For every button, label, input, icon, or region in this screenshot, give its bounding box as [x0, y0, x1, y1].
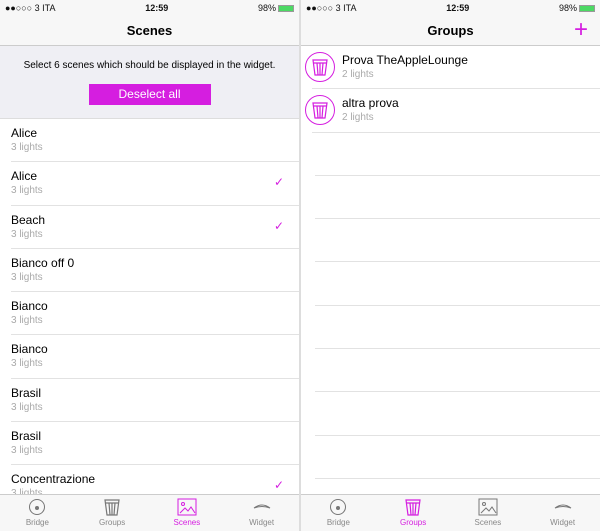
- scene-name: Bianco: [11, 342, 48, 357]
- tab-scenes[interactable]: Scenes: [451, 495, 526, 531]
- empty-row: [301, 349, 600, 393]
- nav-bar: Scenes: [0, 16, 299, 46]
- battery-percent: 98%: [257, 3, 276, 13]
- groups-icon: [75, 498, 150, 516]
- tab-label: Bridge: [326, 518, 350, 527]
- empty-row: [301, 392, 600, 436]
- clock: 12:59: [145, 3, 169, 13]
- status-bar: ●●○○○ 3 ITA 12:59 98%: [0, 0, 299, 16]
- scene-row[interactable]: Bianco 3 lights: [0, 292, 299, 336]
- scene-lights: 3 lights: [11, 142, 43, 153]
- battery: 98%: [559, 3, 595, 13]
- scene-name: Bianco off 0: [11, 255, 75, 270]
- scene-name: Concentrazione: [11, 472, 96, 487]
- scene-row[interactable]: Brasil 3 lights: [0, 379, 299, 423]
- scene-name: Bianco: [11, 299, 48, 314]
- scenes-icon: [451, 498, 526, 516]
- carrier: ●●○○○ 3 ITA: [5, 3, 56, 13]
- scene-row[interactable]: Alice 3 lights: [0, 119, 299, 163]
- tab-label: Scenes: [173, 518, 201, 527]
- groups-icon: [376, 498, 451, 516]
- tab-scenes[interactable]: Scenes: [150, 495, 225, 531]
- scene-lights: 3 lights: [11, 315, 43, 327]
- empty-row: [301, 262, 600, 307]
- battery: 98%: [258, 3, 294, 13]
- tab-bar: Bridge Groups Scenes Widget: [0, 494, 299, 531]
- bridge-icon: [301, 498, 376, 516]
- tab-label: Widget: [249, 518, 275, 527]
- tab-label: Widget: [550, 518, 576, 527]
- scene-row[interactable]: Alice 3 lights ✓: [0, 162, 299, 206]
- groups-screen: ●●○○○ 3 ITA 12:59 98% Groups + Prova TheA…: [301, 0, 600, 531]
- group-row[interactable]: Prova TheAppleLounge 2 lights: [301, 46, 600, 90]
- widget-icon: [224, 498, 299, 516]
- widget-info: Select 6 scenes which should be displaye…: [0, 46, 299, 119]
- tab-label: Bridge: [25, 518, 49, 527]
- scene-lights: 3 lights: [11, 358, 43, 370]
- battery-icon: [578, 5, 595, 13]
- tab-bridge[interactable]: Bridge: [0, 495, 75, 531]
- scene-name: Alice: [11, 126, 38, 140]
- group-row[interactable]: altra prova 2 lights: [301, 89, 600, 133]
- scene-name: Alice: [11, 169, 38, 184]
- group-lights: 2 lights: [342, 112, 374, 124]
- battery-icon: [277, 5, 294, 13]
- group-list: Prova TheAppleLounge 2 lights altra prova 2…: [301, 46, 600, 480]
- scene-row[interactable]: Bianco off 03 lights: [0, 249, 299, 293]
- checkmark-icon: ✓: [273, 175, 284, 190]
- nav-bar: Groups +: [301, 16, 600, 46]
- tab-bridge[interactable]: Bridge: [301, 495, 376, 531]
- checkmark-icon: ✓: [273, 218, 284, 233]
- tab-widget[interactable]: Widget: [525, 495, 600, 531]
- scene-list: Alice 3 lights Alice 3 lights ✓ Beach 3 lights…: [0, 119, 299, 509]
- scene-name: Beach: [11, 212, 46, 227]
- empty-row: [301, 176, 600, 220]
- widget-icon: [525, 498, 600, 516]
- scene-lights: 3 lights: [11, 401, 43, 413]
- tab-label: Groups: [99, 518, 126, 527]
- info-text: Select 6 scenes which should be displaye…: [23, 60, 276, 71]
- checkmark-icon: ✓: [273, 478, 284, 493]
- page-title: Groups: [427, 23, 474, 38]
- bridge-icon: [0, 498, 75, 516]
- scenes-icon: [150, 498, 225, 516]
- deselect-all-button[interactable]: Deselect all: [88, 84, 211, 105]
- empty-row: [301, 306, 600, 350]
- scene-row[interactable]: Beach 3 lights ✓: [0, 206, 299, 250]
- group-name: Prova TheAppleLounge: [342, 53, 468, 67]
- group-name: altra prova: [342, 96, 399, 111]
- carrier: ●●○○○ 3 ITA: [306, 3, 357, 13]
- scene-lights: 3 lights: [11, 271, 43, 283]
- tab-label: Groups: [400, 518, 427, 527]
- group-lights: 2 lights: [342, 69, 374, 80]
- page-title: Scenes: [126, 23, 173, 38]
- tab-groups[interactable]: Groups: [75, 495, 150, 531]
- scene-lights: 3 lights: [11, 445, 43, 457]
- scene-row[interactable]: Bianco 3 lights: [0, 335, 299, 380]
- tab-bar: Bridge Groups Scenes Widget: [301, 494, 600, 531]
- empty-row: [301, 219, 600, 263]
- add-group-button[interactable]: +: [574, 16, 588, 44]
- scene-lights: 3 lights: [11, 228, 43, 240]
- status-bar: ●●○○○ 3 ITA 12:59 98%: [301, 0, 600, 16]
- scene-name: Brasil: [11, 429, 42, 444]
- scenes-screen: ●●○○○ 3 ITA 12:59 98% Scenes Select 6 sc…: [0, 0, 299, 531]
- group-icon: [305, 95, 335, 126]
- scene-lights: 3 lights: [11, 185, 43, 197]
- empty-row: [301, 133, 600, 177]
- empty-row: [301, 436, 600, 480]
- group-icon: [305, 52, 335, 82]
- clock: 12:59: [446, 3, 470, 13]
- battery-percent: 98%: [558, 3, 577, 13]
- scene-name: Brasil: [11, 385, 42, 400]
- scene-row[interactable]: Brasil 3 lights: [0, 422, 299, 466]
- tab-groups[interactable]: Groups: [376, 495, 451, 531]
- tab-label: Scenes: [474, 518, 502, 527]
- tab-widget[interactable]: Widget: [224, 495, 299, 531]
